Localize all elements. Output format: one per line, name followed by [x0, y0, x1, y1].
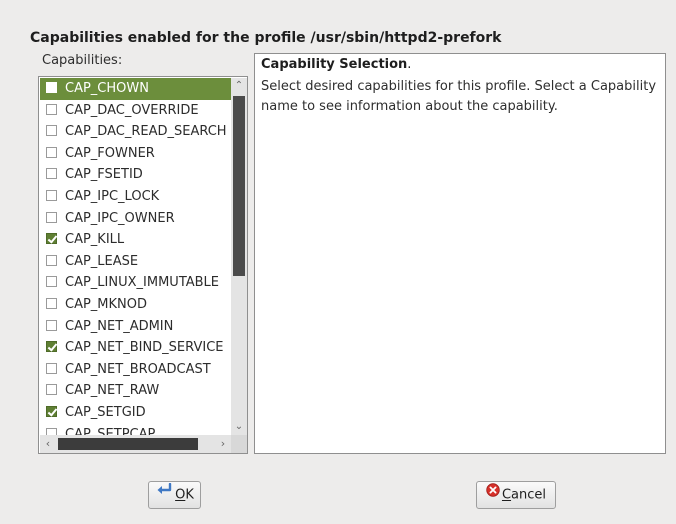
- capability-row[interactable]: CAP_NET_BROADCAST: [40, 359, 231, 381]
- capability-row[interactable]: CAP_MKNOD: [40, 294, 231, 316]
- info-panel: Capability Selection. Select desired cap…: [254, 53, 666, 454]
- capability-checkbox[interactable]: [46, 384, 57, 396]
- capability-row[interactable]: CAP_NET_BIND_SERVICE: [40, 337, 231, 359]
- info-title: Capability Selection.: [261, 57, 412, 72]
- capability-checkbox[interactable]: [46, 103, 57, 115]
- cancel-button[interactable]: Cancel: [476, 481, 556, 509]
- capability-row[interactable]: CAP_DAC_READ_SEARCH: [40, 121, 231, 143]
- chevron-right-icon[interactable]: ›: [215, 435, 231, 453]
- capability-checkbox[interactable]: [46, 82, 57, 93]
- ok-button[interactable]: OK: [148, 481, 201, 509]
- capability-row[interactable]: CAP_IPC_OWNER: [40, 208, 231, 230]
- capability-name: CAP_NET_BROADCAST: [65, 361, 211, 377]
- capability-name: CAP_IPC_LOCK: [65, 188, 160, 204]
- capability-checkbox[interactable]: [46, 405, 57, 417]
- capability-name: CAP_KILL: [65, 232, 125, 248]
- capability-checkbox[interactable]: [46, 276, 57, 288]
- capability-row[interactable]: CAP_SETPCAP: [40, 424, 231, 436]
- capability-checkbox[interactable]: [46, 362, 57, 374]
- capability-row[interactable]: CAP_NET_ADMIN: [40, 316, 231, 338]
- enter-arrow-icon: [155, 481, 173, 507]
- capability-checkbox[interactable]: [46, 125, 57, 137]
- capability-name: CAP_CHOWN: [65, 81, 149, 96]
- vertical-scrollbar[interactable]: ⌃ ⌄: [231, 78, 247, 435]
- capability-checkbox[interactable]: [46, 168, 57, 180]
- chevron-up-icon[interactable]: ⌃: [231, 78, 247, 94]
- capability-checkbox[interactable]: [46, 341, 57, 353]
- ok-label-rest: K: [185, 487, 194, 503]
- capability-name: CAP_NET_RAW: [65, 383, 160, 399]
- capability-name: CAP_LINUX_IMMUTABLE: [65, 275, 220, 291]
- capability-name: CAP_SETPCAP: [65, 426, 156, 436]
- capabilities-label: Capabilities:: [42, 53, 123, 68]
- capability-row[interactable]: CAP_LINUX_IMMUTABLE: [40, 272, 231, 294]
- capability-row[interactable]: CAP_SETGID: [40, 402, 231, 424]
- ok-mnemonic: O: [175, 487, 186, 503]
- capability-name: CAP_LEASE: [65, 253, 139, 269]
- capability-name: CAP_MKNOD: [65, 296, 148, 312]
- chevron-down-icon[interactable]: ⌄: [231, 419, 247, 435]
- capability-row[interactable]: CAP_IPC_LOCK: [40, 186, 231, 208]
- capability-checkbox[interactable]: [46, 146, 57, 158]
- capability-name: CAP_FSETID: [65, 167, 143, 183]
- capability-row[interactable]: CAP_CHOWN: [40, 78, 231, 100]
- horizontal-scroll-thumb[interactable]: [58, 438, 198, 450]
- capability-name: CAP_FOWNER: [65, 145, 155, 161]
- capability-name: CAP_DAC_READ_SEARCH: [65, 124, 227, 140]
- capabilities-list[interactable]: CAP_CHOWN CAP_DAC_OVERRIDE CAP_DAC_READ_SE…: [38, 76, 248, 454]
- horizontal-scrollbar[interactable]: ‹ ›: [40, 435, 231, 453]
- capability-name: CAP_SETGID: [65, 404, 146, 420]
- capability-row[interactable]: CAP_LEASE: [40, 251, 231, 273]
- capability-row[interactable]: CAP_DAC_OVERRIDE: [40, 100, 231, 122]
- capability-name: CAP_DAC_OVERRIDE: [65, 102, 199, 118]
- cancel-mnemonic: C: [501, 487, 512, 503]
- capability-checkbox[interactable]: [46, 233, 57, 245]
- vertical-scroll-thumb[interactable]: [233, 96, 245, 276]
- chevron-left-icon[interactable]: ‹: [40, 435, 56, 453]
- cancel-label-rest: ancel: [511, 487, 547, 503]
- capability-row[interactable]: CAP_NET_RAW: [40, 380, 231, 402]
- info-text: Select desired capabilities for this pro…: [261, 79, 657, 114]
- capability-checkbox[interactable]: [46, 189, 57, 201]
- capability-row[interactable]: CAP_FOWNER: [40, 143, 231, 165]
- capability-checkbox[interactable]: [46, 297, 57, 309]
- capability-checkbox[interactable]: [46, 427, 57, 435]
- capability-row[interactable]: CAP_KILL: [40, 229, 231, 251]
- capability-checkbox[interactable]: [46, 211, 57, 223]
- capability-checkbox[interactable]: [46, 319, 57, 331]
- capability-row[interactable]: CAP_FSETID: [40, 164, 231, 186]
- capability-name: CAP_IPC_OWNER: [65, 210, 175, 226]
- capability-name: CAP_NET_BIND_SERVICE: [65, 340, 224, 356]
- scrollbar-corner: [231, 435, 247, 453]
- dialog-heading: Capabilities enabled for the profile /us…: [30, 30, 502, 46]
- capability-checkbox[interactable]: [46, 254, 57, 266]
- capability-name: CAP_NET_ADMIN: [65, 318, 174, 334]
- cancel-icon: [486, 481, 500, 507]
- capabilities-list-viewport: CAP_CHOWN CAP_DAC_OVERRIDE CAP_DAC_READ_SE…: [40, 78, 231, 435]
